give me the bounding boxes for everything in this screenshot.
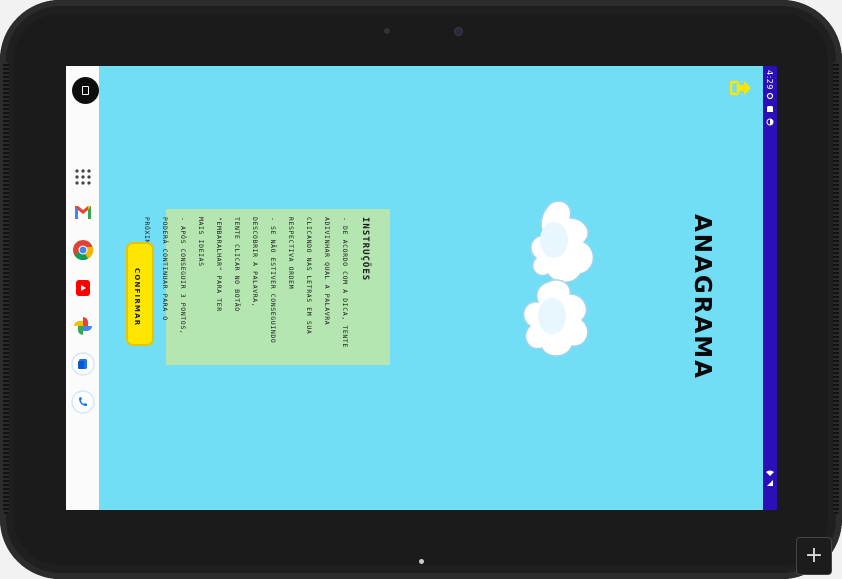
settings-icon — [766, 92, 774, 100]
instruction-line: "EMBARALHAR" PARA TER — [215, 217, 223, 312]
sd-card-icon — [767, 106, 773, 112]
cloud-illustration — [522, 200, 594, 357]
signal-icon — [767, 480, 773, 486]
chrome-icon[interactable] — [71, 238, 95, 262]
gmail-icon[interactable] — [71, 200, 95, 224]
taskbar — [66, 66, 99, 510]
status-bar: 4:29 — [763, 66, 777, 510]
home-indicator — [419, 559, 424, 564]
app-drawer-icon[interactable] — [71, 165, 95, 189]
phone-icon[interactable] — [71, 390, 95, 414]
instructions-panel: INSTRUÇÕES - DE ACORDO COM A DICA, TENTE… — [143, 209, 390, 365]
instruction-line: - DE ACORDO COM A DICA, TENTE — [341, 217, 349, 348]
game-title: ANAGRAMA — [689, 214, 715, 380]
screen: ANAGRAMA INSTRUÇÕES - DE ACORDO COM A DI… — [66, 66, 777, 510]
photos-icon[interactable] — [71, 314, 95, 338]
add-button[interactable]: + — [796, 537, 832, 575]
instruction-line: TENTE CLICAR NO BOTÃO — [233, 217, 241, 312]
instruction-line: PODERÁ CONTINUAR PARA O — [161, 217, 169, 321]
status-time: 4:29 — [765, 70, 774, 90]
home-icon — [82, 86, 89, 95]
instruction-line: RESPECTIVA ORDEM — [287, 217, 295, 290]
instruction-line: CLICANDO NAS LETRAS EM SUA — [305, 217, 313, 335]
instruction-line: - APÓS CONSEGUIR 3 PONTOS, — [179, 217, 187, 335]
confirm-button[interactable]: CONFIRMAR — [126, 242, 154, 346]
instruction-line: - SE NÃO ESTIVER CONSEGUINDO — [269, 217, 277, 344]
sync-icon — [766, 118, 774, 126]
launcher-button[interactable] — [72, 77, 99, 104]
youtube-icon[interactable] — [71, 276, 95, 300]
wifi-icon — [766, 470, 774, 476]
instruction-line: ADIVINHAR QUAL A PALAVRA — [323, 217, 331, 326]
front-camera — [454, 27, 463, 36]
instruction-line: DESCOBRIR A PALAVRA, — [251, 217, 259, 308]
instructions-title: INSTRUÇÕES — [360, 217, 370, 282]
confirm-button-label: CONFIRMAR — [133, 268, 141, 327]
files-icon[interactable] — [71, 352, 95, 376]
exit-icon[interactable] — [730, 79, 752, 97]
front-sensor — [384, 28, 390, 34]
instruction-line: MAIS IDEIAS — [197, 217, 205, 267]
left-speaker-grille — [3, 62, 9, 514]
right-speaker-grille — [833, 62, 839, 514]
